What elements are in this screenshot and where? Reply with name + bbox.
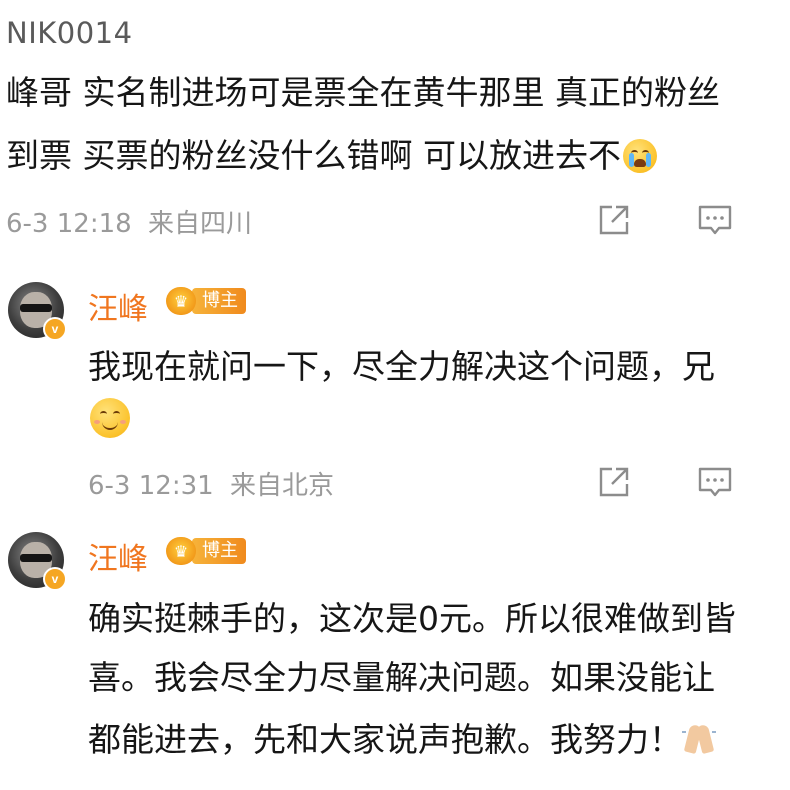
crown-icon: ♛ (166, 287, 196, 315)
author-name[interactable]: 汪峰 (88, 284, 148, 328)
commenter-username[interactable]: NIK0014 (6, 16, 133, 50)
folded-hands-icon (682, 721, 716, 755)
verified-v-icon: v (43, 567, 67, 591)
reply-location: 来自北京 (229, 471, 334, 501)
comment-location: 来自四川 (147, 209, 252, 239)
author-avatar[interactable]: v (8, 532, 67, 591)
smiling-face-icon (90, 398, 130, 438)
share-icon[interactable] (596, 464, 632, 500)
reply-text-line-3: 都能进去，先和大家说声抱歉。我努力！ (88, 713, 716, 761)
reply-text-line-1: 我现在就问一下，尽全力解决这个问题，兄 (88, 347, 715, 386)
reply-meta: 6-3 12:31 来自北京 (88, 465, 334, 502)
author-avatar[interactable]: v (8, 282, 67, 341)
reply-text-line-1: 确实挺棘手的，这次是0元。所以很难做到皆 (88, 599, 736, 638)
comment-text-line-1: 峰哥 实名制进场可是票全在黄牛那里 真正的粉丝 (6, 73, 720, 112)
comment-timestamp: 6-3 12:18 (6, 209, 132, 239)
reply-timestamp: 6-3 12:31 (88, 471, 214, 501)
author-name[interactable]: 汪峰 (88, 534, 148, 578)
comment-meta: 6-3 12:18 来自四川 (6, 203, 252, 240)
blogger-badge-label: 博主 (192, 538, 246, 564)
reply-text-line-2: 喜。我会尽全力尽量解决问题。如果没能让 (88, 658, 715, 697)
share-icon[interactable] (596, 202, 632, 238)
blogger-badge: ♛ 博主 (166, 287, 246, 315)
crying-face-icon (622, 139, 657, 173)
crown-icon: ♛ (166, 537, 196, 565)
comment-text-line-2: 到票 买票的粉丝没什么错啊 可以放进去不 (6, 129, 657, 177)
blogger-badge-label: 博主 (192, 288, 246, 314)
reply-text-line-3-text: 都能进去，先和大家说声抱歉。我努力！ (88, 720, 682, 759)
reply-text-line-2 (88, 398, 130, 438)
verified-v-icon: v (43, 317, 67, 341)
comment-icon[interactable] (697, 464, 733, 500)
comment-text-line-2-text: 到票 买票的粉丝没什么错啊 可以放进去不 (6, 136, 621, 175)
blogger-badge: ♛ 博主 (166, 537, 246, 565)
comment-icon[interactable] (697, 202, 733, 238)
